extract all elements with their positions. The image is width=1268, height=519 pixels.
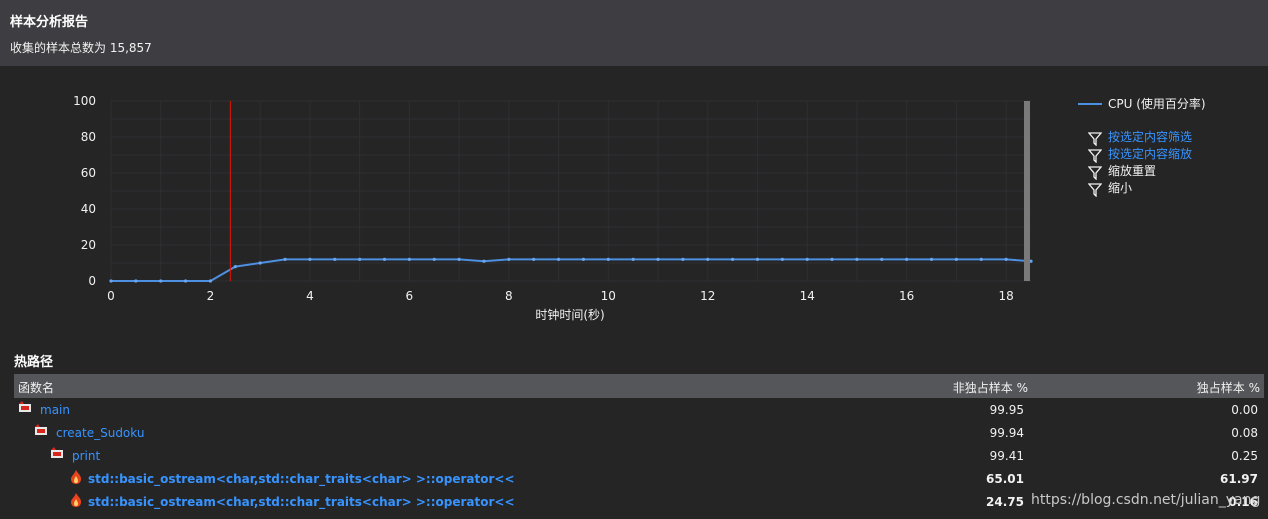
y-tick-label: 80 (81, 130, 96, 144)
y-tick-label: 20 (81, 238, 96, 252)
x-tick-label: 10 (601, 289, 616, 303)
cpu-data-point (432, 257, 436, 261)
cpu-data-point (159, 279, 163, 283)
cpu-data-point (109, 279, 113, 283)
hot-path-icon (35, 424, 47, 435)
cpu-data-point (507, 257, 511, 261)
x-tick-label: 18 (998, 289, 1013, 303)
hot-path-icon (51, 447, 63, 458)
function-name[interactable]: main (40, 403, 70, 417)
cpu-data-point (731, 257, 735, 261)
x-tick-label: 6 (406, 289, 414, 303)
zoom-by-selection-label: 按选定内容缩放 (1108, 147, 1193, 161)
flame-icon (71, 470, 81, 484)
cpu-data-point (979, 257, 983, 261)
cpu-data-point (308, 257, 312, 261)
cpu-data-point (482, 259, 486, 263)
cpu-data-point (880, 257, 884, 261)
table-row[interactable]: main 99.95 0.00 (14, 398, 1264, 421)
x-tick-label: 8 (505, 289, 513, 303)
inclusive-samples: 99.95 (989, 403, 1024, 417)
reset-zoom-label: 缩放重置 (1108, 164, 1157, 178)
cpu-data-point (656, 257, 660, 261)
cpu-usage-chart[interactable]: 0 20 40 60 80 100 0 2 4 6 8 10 12 14 16 18 时钟时间(秒) (0, 66, 1268, 336)
hot-path-icon (19, 401, 31, 412)
legend-series-line (1078, 103, 1102, 105)
cpu-data-point (532, 257, 536, 261)
column-header-inclusive-samples[interactable]: 非独占样本 % (953, 379, 1028, 396)
cpu-data-point (407, 257, 411, 261)
inclusive-samples: 24.75 (986, 495, 1024, 509)
y-tick-label: 60 (81, 166, 96, 180)
y-tick-label: 40 (81, 202, 96, 216)
legend-series-label: CPU (使用百分率) (1108, 97, 1206, 111)
cpu-data-point (1004, 257, 1008, 261)
cpu-data-point (208, 279, 213, 283)
x-tick-label: 0 (107, 289, 115, 303)
zoom-out-label: 缩小 (1108, 181, 1133, 195)
cpu-data-point (905, 257, 909, 261)
inclusive-samples: 99.41 (989, 449, 1024, 463)
x-tick-label: 12 (700, 289, 715, 303)
watermark-url: https://blog.csdn.net/julian_yang (1031, 492, 1261, 508)
cpu-data-point (706, 257, 710, 261)
cpu-data-point (929, 257, 934, 261)
cpu-data-point (581, 257, 586, 261)
cpu-data-point (382, 257, 387, 261)
cpu-data-point (258, 261, 262, 265)
exclusive-samples: 0.00 (1231, 403, 1258, 417)
function-name[interactable]: create_Sudoku (56, 426, 144, 440)
reset-zoom-funnel-icon (1088, 166, 1102, 180)
cpu-data-point (333, 257, 337, 261)
cpu-data-point (457, 257, 461, 261)
y-tick-label: 100 (73, 94, 96, 108)
report-title: 样本分析报告 (10, 15, 89, 30)
table-row[interactable]: print 99.41 0.25 (14, 444, 1264, 467)
cpu-data-point (830, 257, 834, 261)
flame-icon (71, 493, 81, 507)
cpu-data-point (358, 257, 362, 261)
table-row[interactable]: create_Sudoku 99.94 0.08 (14, 421, 1264, 444)
cpu-data-point (183, 279, 188, 283)
function-name[interactable]: print (72, 449, 100, 463)
cpu-data-point (556, 257, 561, 261)
filter-by-selection-label: 按选定内容筛选 (1108, 130, 1193, 144)
cpu-data-point (606, 257, 610, 261)
table-row[interactable]: std::basic_ostream<char,std::char_traits… (14, 467, 1264, 490)
exclusive-samples: 61.97 (1220, 472, 1258, 486)
inclusive-samples: 65.01 (986, 472, 1024, 486)
x-tick-label: 14 (800, 289, 815, 303)
function-name[interactable]: std::basic_ostream<char,std::char_traits… (88, 495, 515, 509)
cpu-data-point (954, 257, 959, 261)
column-header-function-name[interactable]: 函数名 (18, 379, 54, 396)
cpu-data-point (780, 257, 784, 261)
x-tick-label: 16 (899, 289, 914, 303)
range-selection-handle[interactable] (1024, 101, 1030, 281)
cpu-data-point (631, 257, 635, 261)
x-tick-label: 4 (306, 289, 314, 303)
exclusive-samples: 0.25 (1231, 449, 1258, 463)
hot-path-title: 热路径 (14, 355, 54, 370)
x-axis-title: 时钟时间(秒) (535, 307, 604, 322)
zoom-funnel-icon (1088, 149, 1102, 163)
sample-count-summary: 收集的样本总数为 15,857 (10, 41, 152, 55)
report-header: 样本分析报告 收集的样本总数为 15,857 (0, 0, 1268, 66)
exclusive-samples: 0.08 (1231, 426, 1258, 440)
zoom-out-funnel-icon (1088, 183, 1102, 197)
cpu-data-point (755, 257, 760, 261)
column-header-exclusive-samples[interactable]: 独占样本 % (1197, 379, 1260, 396)
inclusive-samples: 99.94 (989, 426, 1024, 440)
filter-funnel-icon (1088, 132, 1102, 146)
cpu-data-point (855, 257, 859, 261)
table-header: 函数名 非独占样本 % 独占样本 % (14, 374, 1264, 398)
cpu-data-point (681, 257, 685, 261)
cpu-data-point (805, 257, 809, 261)
function-name[interactable]: std::basic_ostream<char,std::char_traits… (88, 472, 515, 486)
cpu-data-point (233, 265, 237, 269)
cpu-data-point (134, 279, 138, 283)
cpu-data-point (283, 257, 287, 261)
x-tick-label: 2 (207, 289, 215, 303)
y-tick-label: 0 (88, 274, 96, 288)
